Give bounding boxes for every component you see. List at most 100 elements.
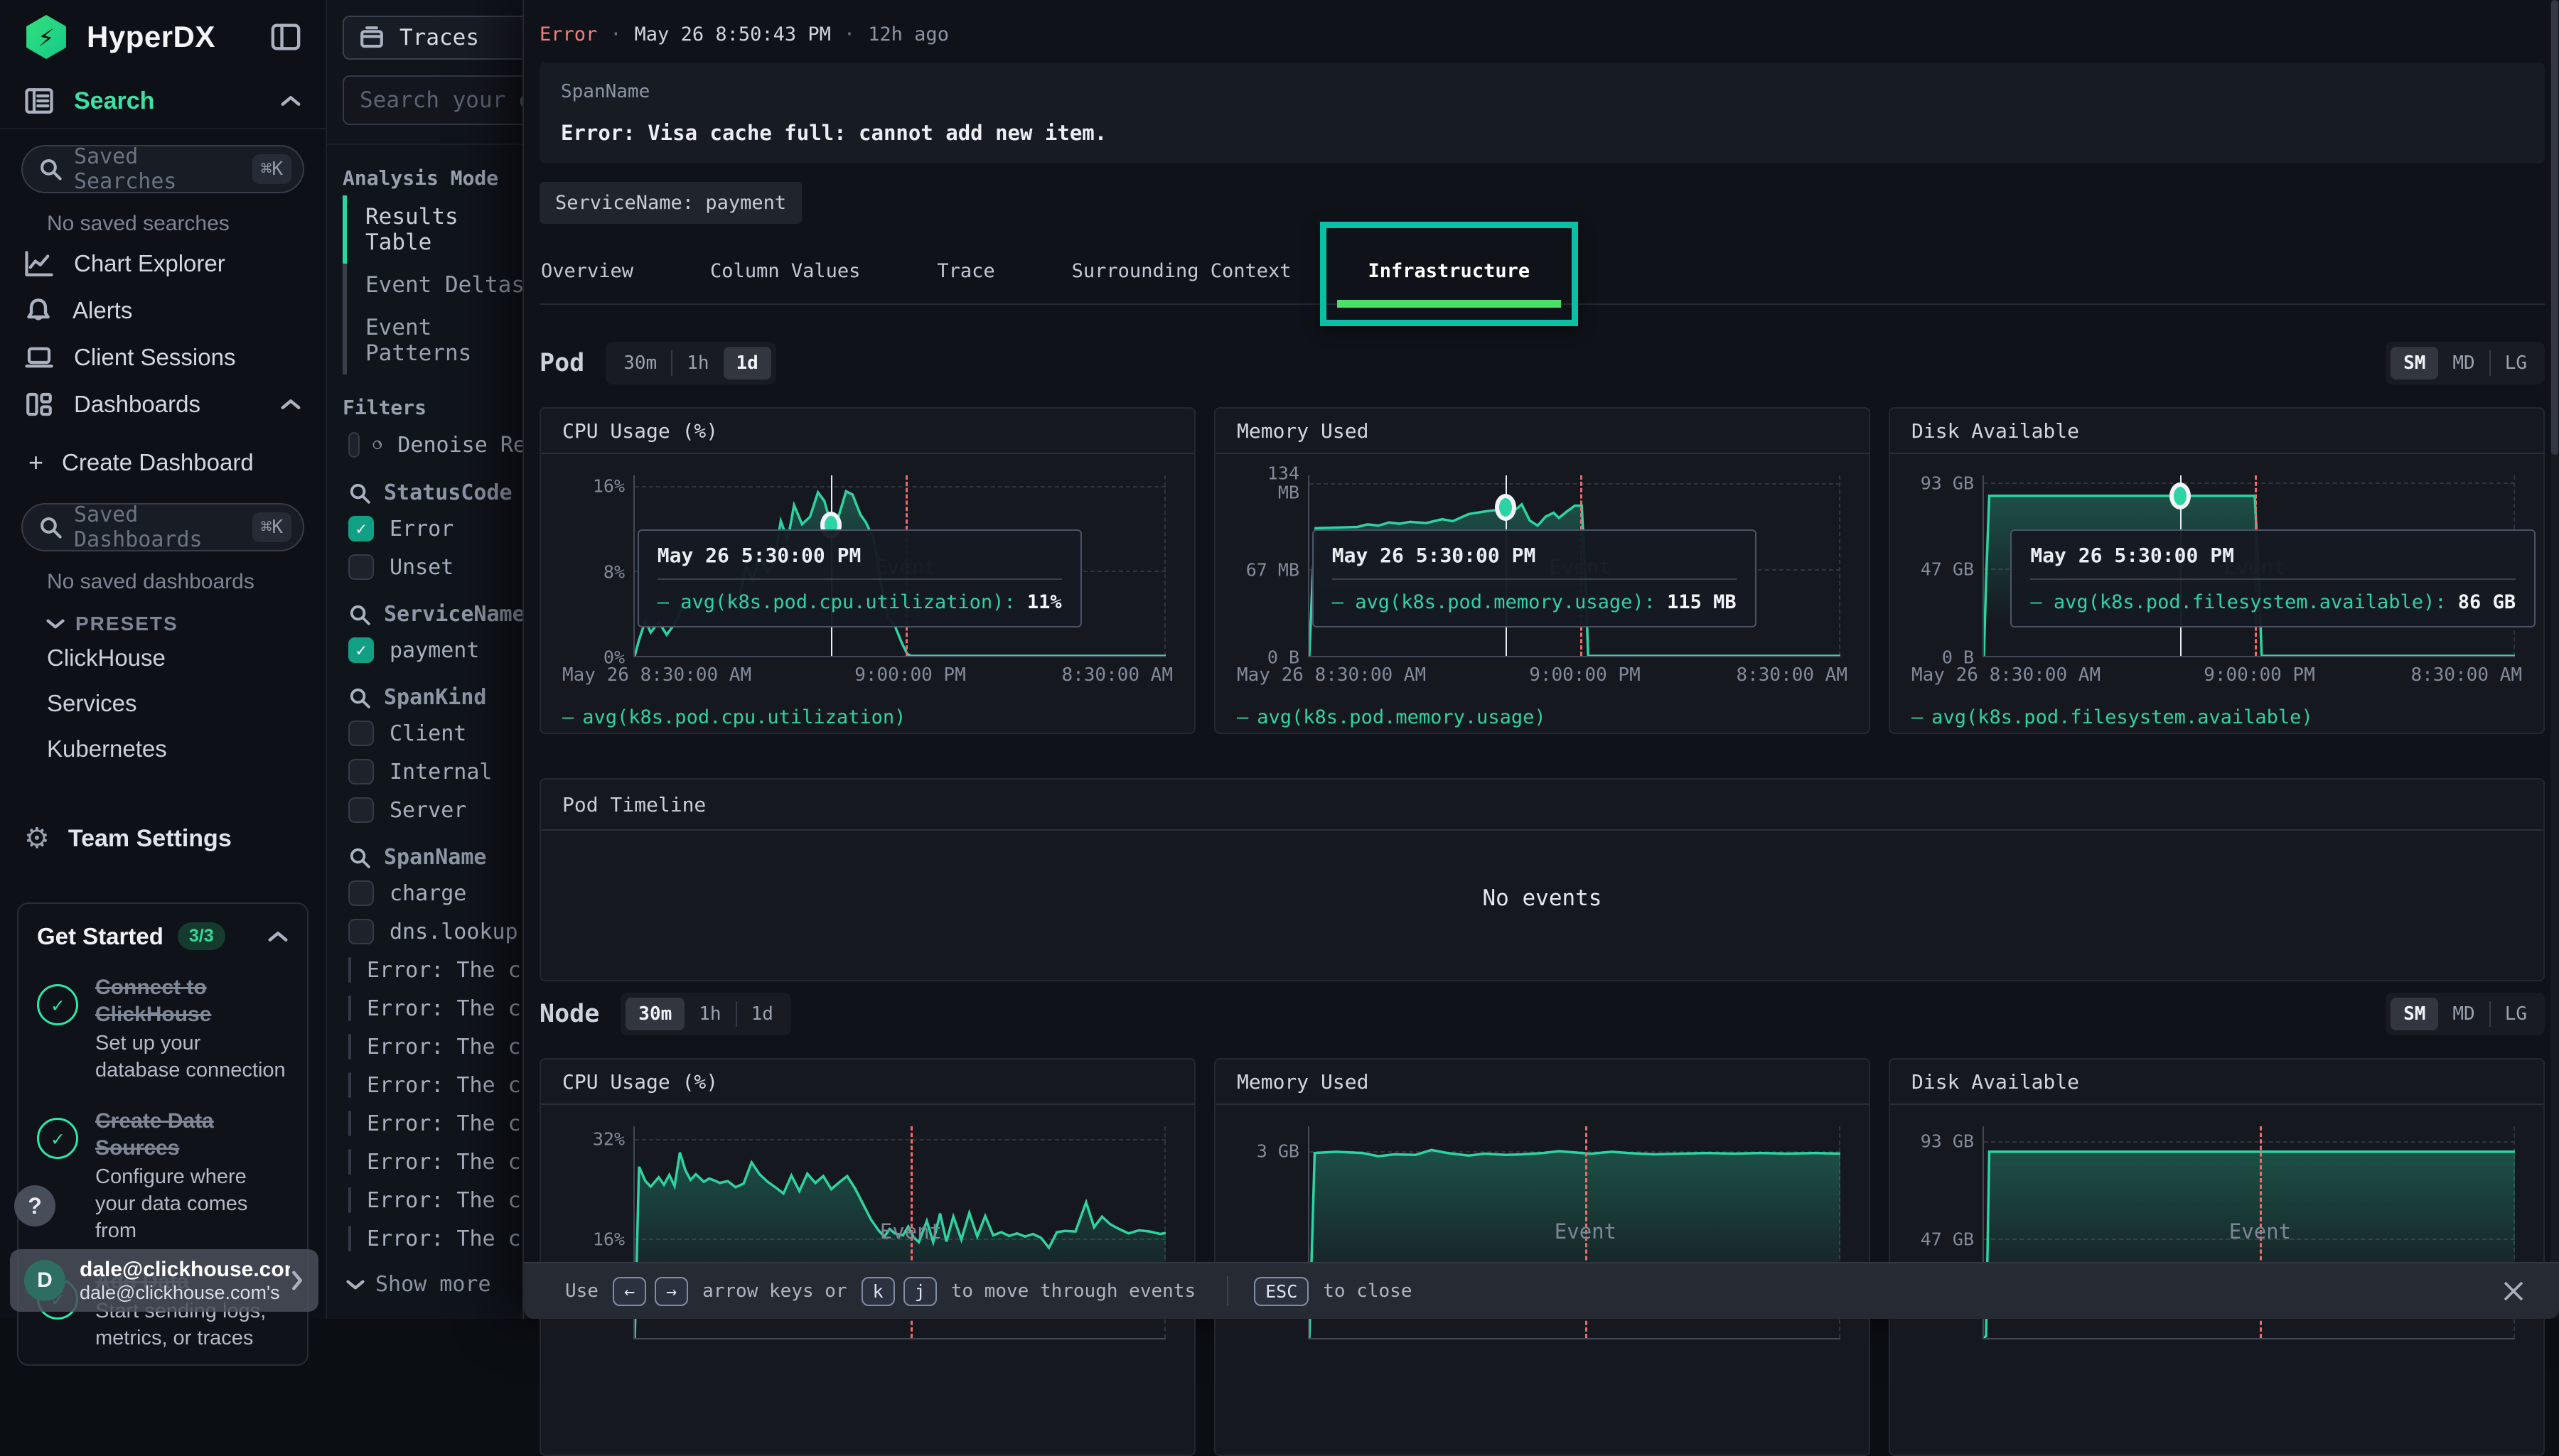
checkbox-checked[interactable]: ✓: [348, 637, 374, 663]
severity-badge: Error: [540, 23, 597, 45]
no-saved-dashboards: No saved dashboards: [0, 551, 326, 598]
chart-card-header: Disk Available: [1890, 409, 2543, 454]
node-size-lg[interactable]: LG: [2492, 998, 2540, 1030]
denoise-results-option[interactable]: Denoise Re: [327, 425, 526, 465]
filter-option[interactable]: Error: The cr: [327, 951, 526, 989]
chart-card-header: Memory Used: [1216, 1059, 1869, 1105]
chevron-up-icon[interactable]: [267, 930, 289, 943]
node-size-md[interactable]: MD: [2440, 998, 2487, 1030]
filter-option[interactable]: Error: The cr: [327, 1028, 526, 1066]
chart-plot-area: EventMay 26 5:30:00 PM— avg(k8s.pod.file…: [1983, 475, 2515, 657]
checkbox-unchecked[interactable]: [348, 1226, 351, 1251]
y-axis-tick: 47 GB: [1913, 1229, 1974, 1249]
source-select[interactable]: Traces: [343, 16, 526, 60]
x-axis-ticks: May 26 8:30:00 AM9:00:00 PM8:30:00 AM: [1911, 664, 2522, 693]
filter-option[interactable]: Client: [327, 714, 526, 753]
event-search-input[interactable]: Search your e: [343, 75, 526, 125]
checkbox-unchecked[interactable]: [348, 721, 374, 746]
scrollbar-thumb[interactable]: [2551, 0, 2558, 455]
node-range-1h[interactable]: 1h: [686, 998, 734, 1030]
sidebar-collapse-icon[interactable]: [270, 23, 301, 51]
chart-title: Memory Used: [1237, 419, 1368, 443]
checkbox-unchecked[interactable]: [348, 996, 351, 1021]
filter-option[interactable]: Error: The cr: [327, 1104, 526, 1143]
pod-size-md[interactable]: MD: [2440, 347, 2487, 379]
close-icon[interactable]: [2499, 1277, 2528, 1305]
sidebar-item-client-sessions[interactable]: Client Sessions: [0, 334, 326, 381]
filter-group-statuscode: StatusCode: [327, 465, 526, 509]
filter-option[interactable]: dns.lookup: [327, 912, 526, 951]
checkbox-unchecked[interactable]: [348, 1034, 351, 1059]
checkbox-unchecked[interactable]: [348, 880, 374, 906]
y-axis-tick: 3 GB: [1238, 1142, 1299, 1162]
filter-option[interactable]: Internal: [327, 753, 526, 791]
checkbox-checked[interactable]: ✓: [348, 516, 374, 541]
j-key: j: [903, 1277, 937, 1306]
node-range-30m[interactable]: 30m: [626, 998, 685, 1030]
get-started-step[interactable]: ✓Connect to ClickHouseSet up your databa…: [37, 974, 289, 1084]
sidebar-item-alerts[interactable]: Alerts: [0, 287, 326, 334]
hyperdx-logo-icon: ⚡: [24, 15, 68, 59]
tab-column-values[interactable]: Column Values: [709, 253, 862, 289]
help-button[interactable]: ?: [14, 1185, 55, 1226]
checkbox-unchecked[interactable]: [348, 1072, 351, 1098]
filter-option[interactable]: Error: The cr: [327, 989, 526, 1028]
sidebar-divider: [0, 128, 326, 129]
node-range-1d[interactable]: 1d: [739, 998, 786, 1030]
tab-overview[interactable]: Overview: [540, 253, 635, 289]
event-timestamp: May 26 8:50:43 PM: [635, 23, 831, 45]
tooltip-time: May 26 5:30:00 PM: [658, 544, 1062, 580]
span-name-label: SpanName: [561, 81, 2523, 102]
checkbox-unchecked[interactable]: [348, 1111, 351, 1136]
analysis-mode-event-patterns[interactable]: Event Patterns: [343, 306, 526, 374]
pod-timeline-title: Pod Timeline: [562, 793, 706, 816]
preset-services[interactable]: Services: [0, 681, 326, 726]
tooltip-time: May 26 5:30:00 PM: [1332, 544, 1737, 580]
filter-option[interactable]: Server: [327, 791, 526, 829]
analysis-mode-results-table[interactable]: Results Table: [343, 195, 526, 264]
checkbox-unchecked[interactable]: [348, 919, 374, 944]
checkbox-unchecked[interactable]: [348, 759, 374, 784]
service-name-chip[interactable]: ServiceName: payment: [540, 182, 802, 224]
filter-option[interactable]: ✓Error: [327, 509, 526, 548]
preset-kubernetes[interactable]: Kubernetes: [0, 726, 326, 772]
tab-surrounding-context[interactable]: Surrounding Context: [1071, 253, 1293, 289]
filter-option[interactable]: Error: The cr: [327, 1181, 526, 1219]
checkbox-unchecked[interactable]: [348, 797, 374, 823]
saved-searches-input[interactable]: Saved Searches ⌘K: [21, 145, 304, 193]
pod-range-30m[interactable]: 30m: [611, 347, 670, 379]
preset-clickhouse[interactable]: ClickHouse: [0, 635, 326, 681]
sidebar-item-dashboards[interactable]: Dashboards: [0, 381, 326, 428]
filter-option[interactable]: charge: [327, 874, 526, 912]
show-more-button[interactable]: Show more: [327, 1258, 526, 1297]
sidebar-item-search[interactable]: Search: [0, 74, 326, 128]
filter-option[interactable]: Error: The cr: [327, 1066, 526, 1104]
team-settings-button[interactable]: ⚙ Team Settings: [0, 811, 326, 865]
sidebar-item-chart-explorer[interactable]: Chart Explorer: [0, 240, 326, 287]
search-log-icon: [24, 87, 54, 115]
pod-size-lg[interactable]: LG: [2492, 347, 2540, 379]
checkbox-unchecked[interactable]: [348, 1187, 351, 1213]
pod-range-1d[interactable]: 1d: [724, 347, 771, 379]
analysis-mode-event-deltas[interactable]: Event Deltas: [343, 264, 526, 306]
pod-size-sm[interactable]: SM: [2391, 347, 2438, 379]
denoise-icon: [372, 431, 382, 458]
panel-scrollbar[interactable]: [2550, 0, 2559, 1262]
filter-option[interactable]: ✓payment: [327, 631, 526, 669]
tab-trace[interactable]: Trace: [935, 253, 996, 289]
get-started-step[interactable]: ✓Create Data SourcesConfigure where your…: [37, 1108, 289, 1244]
user-profile-bar[interactable]: D dale@clickhouse.com dale@clickhouse.co…: [10, 1249, 318, 1312]
checkbox-unchecked[interactable]: [348, 1149, 351, 1175]
checkbox-unchecked[interactable]: [348, 554, 374, 580]
node-size-sm[interactable]: SM: [2391, 998, 2438, 1030]
filter-option[interactable]: Error: The cr: [327, 1143, 526, 1181]
filter-option[interactable]: Error: The cr: [327, 1219, 526, 1258]
presets-header[interactable]: PRESETS: [0, 598, 326, 635]
create-dashboard-button[interactable]: + Create Dashboard: [0, 438, 326, 487]
pod-range-1h[interactable]: 1h: [674, 347, 721, 379]
checkbox-unchecked[interactable]: [348, 957, 351, 983]
filter-option[interactable]: Unset: [327, 548, 526, 586]
saved-dashboards-input[interactable]: Saved Dashboards ⌘K: [21, 503, 304, 551]
tab-infrastructure[interactable]: Infrastructure: [1367, 253, 1532, 289]
checkbox-unchecked[interactable]: [348, 432, 360, 458]
